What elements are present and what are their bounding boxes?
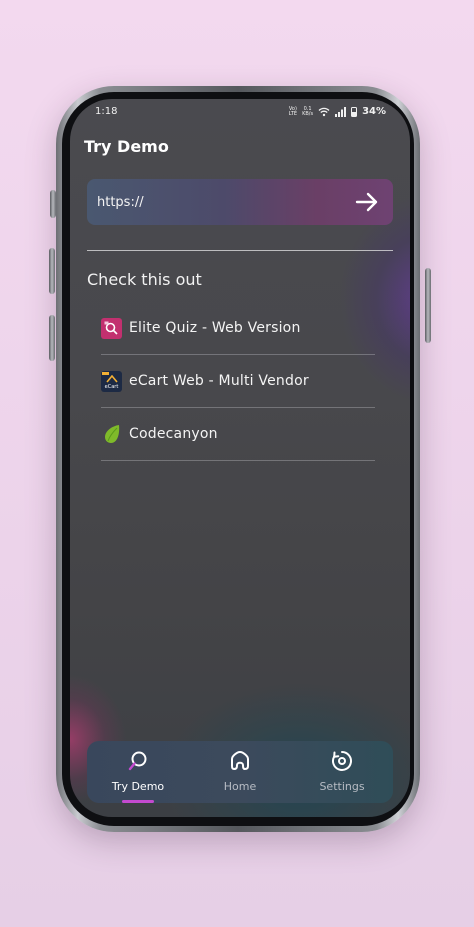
go-button[interactable] [353, 188, 381, 216]
nav-settings[interactable]: Settings [297, 750, 387, 802]
nav-label: Settings [319, 780, 365, 793]
ecart-tag [102, 371, 109, 375]
link-label: Elite Quiz - Web Version [129, 320, 301, 336]
ecart-icon: eCart [101, 370, 122, 392]
network-speed: 0.1 KB/s [302, 106, 314, 117]
status-indicators: Vo) LTE 0.1 KB/s 34% [289, 106, 386, 117]
ecart-icon-text: eCart [104, 383, 119, 390]
link-ecart-web[interactable]: eCart eCart Web - Multi Vendor [101, 355, 375, 408]
status-bar: 1:18 Vo) LTE 0.1 KB/s 34% [70, 99, 410, 125]
home-icon [229, 750, 251, 772]
status-time: 1:18 [95, 106, 118, 117]
page-title: Try Demo [84, 137, 169, 156]
demo-link-list: Elite Quiz - Web Version eCart eCart Web… [101, 302, 375, 461]
app-screen: 1:18 Vo) LTE 0.1 KB/s 34% Try Demo https… [70, 99, 410, 817]
link-label: Codecanyon [129, 426, 218, 442]
signal-icon [335, 106, 347, 117]
battery-percent: 34% [362, 106, 386, 117]
active-tab-indicator [122, 800, 154, 803]
link-elite-quiz[interactable]: Elite Quiz - Web Version [101, 302, 375, 355]
lte-text: LTE [288, 110, 298, 117]
side-key [425, 268, 431, 343]
volte-indicator: Vo) LTE [288, 106, 298, 117]
arrow-right-icon [355, 192, 378, 212]
search-icon [127, 750, 149, 772]
link-label: eCart Web - Multi Vendor [129, 373, 309, 389]
url-input[interactable] [97, 194, 317, 210]
power-button [50, 190, 56, 218]
battery-icon [351, 106, 358, 117]
settings-icon [331, 750, 353, 772]
section-heading: Check this out [87, 270, 202, 289]
elite-quiz-icon [101, 317, 122, 339]
speed-unit: KB/s [302, 110, 314, 117]
volume-down-button [49, 315, 55, 361]
nav-try-demo[interactable]: Try Demo [93, 750, 183, 803]
codecanyon-icon [101, 424, 122, 445]
link-codecanyon[interactable]: Codecanyon [101, 408, 375, 461]
wifi-icon [318, 107, 330, 116]
nav-label: Home [223, 780, 257, 793]
volume-up-button [49, 248, 55, 294]
bottom-nav: Try Demo Home Settings [87, 741, 393, 803]
divider [87, 250, 393, 251]
nav-label: Try Demo [111, 780, 165, 793]
url-bar [87, 179, 393, 225]
nav-home[interactable]: Home [195, 750, 285, 802]
